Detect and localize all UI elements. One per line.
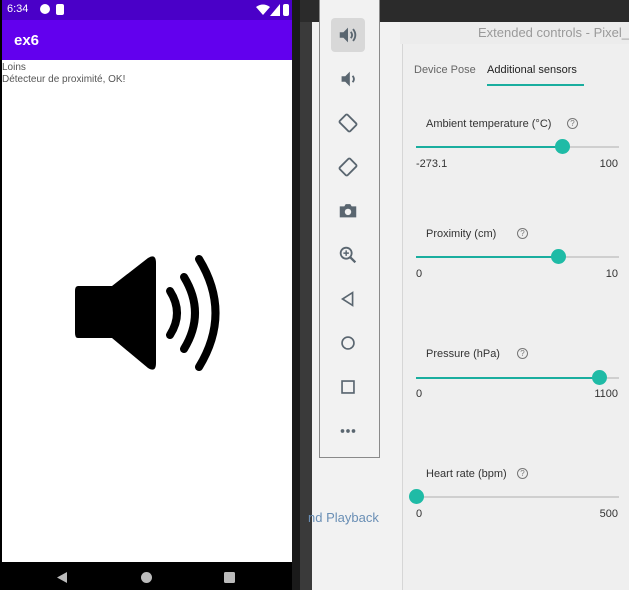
extended-controls-panel: Device Pose Additional sensors Ambient t…	[402, 44, 629, 590]
help-icon[interactable]: ?	[517, 468, 528, 479]
proximity-slider[interactable]	[416, 249, 619, 264]
app-content: Loins Détecteur de proximité, OK!	[2, 60, 292, 562]
more-icon	[340, 429, 356, 433]
slider-max-label: 1100	[594, 388, 618, 400]
toolbar-overview-button[interactable]	[331, 370, 365, 404]
toolbar-back-button[interactable]	[331, 282, 365, 316]
slider-thumb[interactable]	[555, 139, 571, 154]
phone-frame-edge	[292, 0, 300, 590]
sensor-label: Ambient temperature (°C)	[426, 118, 552, 130]
tab-additional-sensors[interactable]: Additional sensors	[487, 64, 577, 76]
sim-icon	[56, 4, 64, 15]
rotate-right-button[interactable]	[331, 150, 365, 184]
camera-icon	[339, 204, 357, 218]
wifi-icon	[256, 4, 270, 15]
toolbar-home-button[interactable]	[331, 326, 365, 360]
volume-up-icon	[339, 27, 357, 43]
slider-max-label: 500	[599, 508, 618, 520]
more-button[interactable]	[331, 414, 365, 448]
window-title: Extended controls - Pixel_	[477, 25, 629, 40]
background-divider	[300, 22, 312, 590]
help-icon[interactable]: ?	[517, 348, 528, 359]
signal-icon	[270, 4, 280, 16]
rotate-left-icon	[338, 113, 358, 133]
slider-min-label: 0	[416, 508, 423, 520]
recents-icon[interactable]	[224, 572, 235, 583]
zoom-icon	[339, 246, 357, 264]
nav-bar	[2, 562, 292, 590]
rotate-right-icon	[338, 157, 358, 177]
screenshot-button[interactable]	[331, 194, 365, 228]
sensor-label: Pressure (hPa)	[426, 348, 500, 360]
background-playback-text: nd Playback	[308, 510, 379, 525]
status-time: 6:34	[7, 3, 29, 15]
extended-controls-titlebar: Extended controls - Pixel_	[400, 22, 629, 44]
slider-thumb[interactable]	[409, 489, 424, 504]
volume-down-button[interactable]	[331, 62, 365, 96]
app-bar: ex6	[2, 20, 292, 60]
help-icon[interactable]: ?	[567, 118, 578, 129]
slider-min-label: 0	[416, 388, 423, 400]
sensor-status-text: Détecteur de proximité, OK!	[2, 74, 126, 85]
slider-fill	[416, 146, 563, 148]
emulator-phone-screen: 6:34 ex6 Loins Détecteur de proximité, O…	[0, 0, 300, 590]
battery-icon	[283, 4, 289, 16]
tab-selected-indicator	[487, 84, 584, 86]
slider-fill	[416, 256, 559, 258]
ambient-temperature-slider[interactable]	[416, 139, 619, 154]
app-title: ex6	[14, 32, 40, 49]
overview-icon	[341, 380, 355, 394]
slider-fill	[416, 377, 599, 379]
slider-min-label: 0	[416, 268, 423, 280]
slider-thumb[interactable]	[551, 249, 567, 264]
slider-min-label: -273.1	[416, 158, 448, 170]
help-icon[interactable]: ?	[517, 228, 528, 239]
slider-max-label: 100	[599, 158, 618, 170]
tab-device-pose[interactable]: Device Pose	[414, 64, 476, 76]
sensor-label: Heart rate (bpm)	[426, 468, 507, 480]
zoom-button[interactable]	[331, 238, 365, 272]
sensor-label: Proximity (cm)	[426, 228, 497, 240]
back-icon	[340, 291, 354, 307]
notification-icon	[40, 4, 50, 14]
emulator-toolbar	[319, 0, 380, 458]
home-icon	[341, 336, 355, 350]
pressure-slider[interactable]	[416, 370, 619, 385]
home-icon[interactable]	[141, 572, 152, 583]
back-icon[interactable]	[57, 572, 67, 583]
distance-status-text: Loins	[2, 62, 26, 73]
rotate-left-button[interactable]	[331, 106, 365, 140]
slider-thumb[interactable]	[591, 370, 607, 385]
slider-max-label: 10	[605, 268, 618, 280]
status-bar: 6:34	[2, 0, 292, 20]
volume-down-icon	[341, 71, 355, 87]
speaker-volume-icon	[75, 255, 220, 371]
volume-up-button[interactable]	[331, 18, 365, 52]
heart-rate-slider[interactable]	[409, 489, 619, 504]
